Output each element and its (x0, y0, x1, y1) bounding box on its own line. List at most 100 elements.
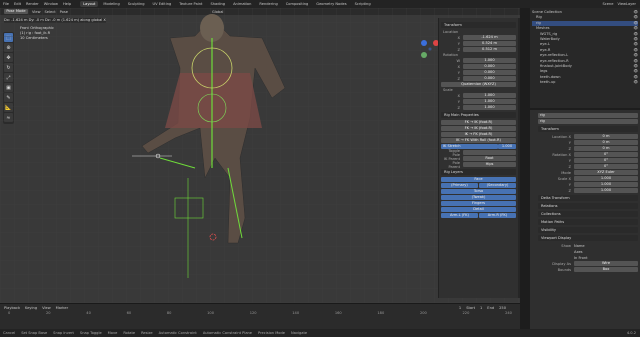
layer-tweak-button[interactable]: (Tweak) (441, 195, 516, 200)
props-scale-label: Scale X (557, 176, 571, 181)
scene-selector[interactable]: Scene (602, 2, 613, 6)
rot-z-field[interactable]: 0.000 (463, 76, 516, 81)
props-rot-x[interactable]: 0° (574, 152, 638, 157)
props-rot-y[interactable]: 0° (574, 158, 638, 163)
props-loc-z[interactable]: 0 m (574, 146, 638, 151)
workspace-tab-3[interactable]: UV Editing (150, 1, 175, 7)
scale-x-field[interactable]: 1.000 (463, 93, 516, 98)
tick-label-2: 40 (86, 311, 91, 315)
menu-item-0[interactable]: File (3, 2, 9, 6)
pole-parent-select[interactable]: Hips (463, 162, 516, 167)
timeline-menu-3[interactable]: Marker (56, 306, 68, 310)
workspace-tab-5[interactable]: Shading (207, 1, 228, 7)
workspace-tab-6[interactable]: Animation (230, 1, 254, 7)
layer-arm-l-button[interactable]: Arm.L (FK) (441, 213, 478, 218)
ik-parent-select[interactable]: Root (463, 156, 516, 161)
relations-header[interactable]: Relations (538, 203, 638, 209)
delta-transform-header[interactable]: Delta Transform (538, 195, 638, 201)
view-layer-selector[interactable]: ViewLayer (617, 2, 636, 6)
props-scale-x[interactable]: 1.000 (574, 176, 638, 181)
scale-z-field[interactable]: 1.000 (463, 105, 516, 110)
scale-y-field[interactable]: 1.000 (463, 99, 516, 104)
collections-header[interactable]: Collections (538, 211, 638, 217)
rot-w-field[interactable]: 1.000 (463, 58, 516, 63)
layer-secondary-button[interactable]: (Secondary) (479, 183, 516, 188)
workspace-tab-4[interactable]: Texture Paint (176, 1, 205, 7)
status-hint-4: Move (107, 331, 118, 335)
menu-item-2[interactable]: Render (26, 2, 39, 6)
ik-fk-button[interactable]: IK → FK (foot.R) (441, 132, 516, 137)
layer-arm-r-button[interactable]: Arm.R (FK) (479, 213, 516, 218)
timeline[interactable]: Playback Keying View Marker 1 Start 1 End 2… (0, 303, 520, 329)
timeline-menus: Playback Keying View Marker (4, 306, 68, 310)
layer-face-button[interactable]: Face (441, 177, 516, 182)
rig-main-header[interactable]: Rig Main Properties (441, 112, 516, 118)
bounds-select[interactable]: Box (574, 267, 638, 272)
layer-torso-button[interactable]: Torso (441, 189, 516, 194)
props-mode-select[interactable]: XYZ Euler (574, 170, 638, 175)
props-loc-x[interactable]: 0 m (574, 134, 638, 139)
workspace-tab-8[interactable]: Compositing (283, 1, 312, 7)
display-as-select[interactable]: Wire (574, 261, 638, 266)
toggle-pole-checkbox[interactable] (463, 150, 516, 155)
fk-ik-button-2[interactable]: FK → IK (foot.R) (441, 126, 516, 131)
layer-detail-button[interactable]: Detail (441, 207, 516, 212)
fk-ik-button-1[interactable]: FK → IK (foot.R) (441, 120, 516, 125)
props-scale-z[interactable]: 1.000 (574, 188, 638, 193)
timeline-menu-0[interactable]: Playback (4, 306, 20, 310)
workspace-tab-10[interactable]: Scripting (352, 1, 374, 7)
rot-x-field[interactable]: 0.000 (463, 64, 516, 69)
in-front-checkbox[interactable]: In Front (574, 256, 588, 260)
workspace-tab-2[interactable]: Sculpting (125, 1, 148, 7)
tick-label-4: 80 (166, 311, 172, 315)
loc-y-field[interactable]: 0.524 m (463, 41, 516, 46)
name-checkbox[interactable]: Name (574, 244, 585, 248)
loc-z-field[interactable]: 0.512 m (463, 47, 516, 52)
workspace-tab-7[interactable]: Rendering (256, 1, 280, 7)
props-scale-y[interactable]: 1.000 (574, 182, 638, 187)
props-rot-z[interactable]: 0° (574, 164, 638, 169)
axes-checkbox[interactable]: Axes (574, 250, 583, 254)
ik-fk-roll-button[interactable]: IK → FK With Roll (foot.R) (441, 138, 516, 143)
props-loc-y[interactable]: 0 m (574, 140, 638, 145)
workspace-tab-9[interactable]: Geometry Nodes (313, 1, 349, 7)
timeline-menu-1[interactable]: Keying (25, 306, 37, 310)
rotation-label: Rotation (443, 53, 459, 57)
workspace-tab-0[interactable]: Layout (80, 1, 99, 7)
props-rotation-label: Rotation X (552, 152, 571, 157)
viewport-display-header[interactable]: Viewport Display (538, 235, 638, 241)
show-label: Show (561, 243, 571, 248)
status-bar: Cancel Set Snap Base Snap Invert Snap Toggl… (0, 329, 640, 337)
loc-x-field[interactable]: -1.624 m (463, 35, 516, 40)
bounds-label: Bounds (557, 267, 571, 272)
rig-layers-header[interactable]: Rig Layers (441, 169, 516, 175)
props-mode-label: Mode (561, 170, 571, 175)
status-hint-0: Cancel (3, 331, 16, 335)
outliner-item[interactable]: teeth-up 👁 (532, 80, 638, 85)
rotation-mode-select[interactable]: Quaternion (WXYZ) (441, 82, 516, 87)
outliner-list: Scene Collection 👁 Rig 👁 rig 👁 Meshes 👁 WGTS_rig… (532, 10, 638, 85)
workspace-tab-1[interactable]: Modeling (100, 1, 122, 7)
motion-paths-header[interactable]: Motion Paths (538, 219, 638, 225)
rot-y-field[interactable]: 0.000 (463, 70, 516, 75)
tick-label-0: 0 (8, 311, 11, 315)
current-frame-field[interactable]: 1 (459, 306, 461, 310)
end-frame-field[interactable]: 250 (499, 306, 506, 310)
outliner[interactable]: Scene Collection 👁 Rig 👁 rig 👁 Meshes 👁 WGTS_rig… (530, 8, 640, 108)
visibility-header[interactable]: Visibility (538, 227, 638, 233)
ik-stretch-value[interactable]: 1.000 (498, 144, 516, 149)
menu-item-4[interactable]: Help (63, 2, 71, 6)
layer-fingers-button[interactable]: Fingers (441, 201, 516, 206)
object-name-field[interactable]: rig (538, 119, 638, 124)
menu-item-1[interactable]: Edit (14, 2, 21, 6)
eye-icon[interactable]: 👁 (633, 80, 638, 85)
timeline-menu-2[interactable]: View (42, 306, 51, 310)
status-hint-2: Snap Invert (53, 331, 74, 335)
transform-panel-header[interactable]: Transform (441, 22, 516, 28)
menu-item-3[interactable]: Window (44, 2, 58, 6)
start-frame-field[interactable]: 1 (480, 306, 482, 310)
layer-primary-button[interactable]: (Primary) (441, 183, 478, 188)
tick-label-7: 140 (292, 311, 300, 315)
timeline-ruler[interactable]: 0 20 40 60 80 100 120 140 160 180 200 220 240 (0, 311, 520, 315)
props-transform-header[interactable]: Transform (538, 126, 638, 132)
